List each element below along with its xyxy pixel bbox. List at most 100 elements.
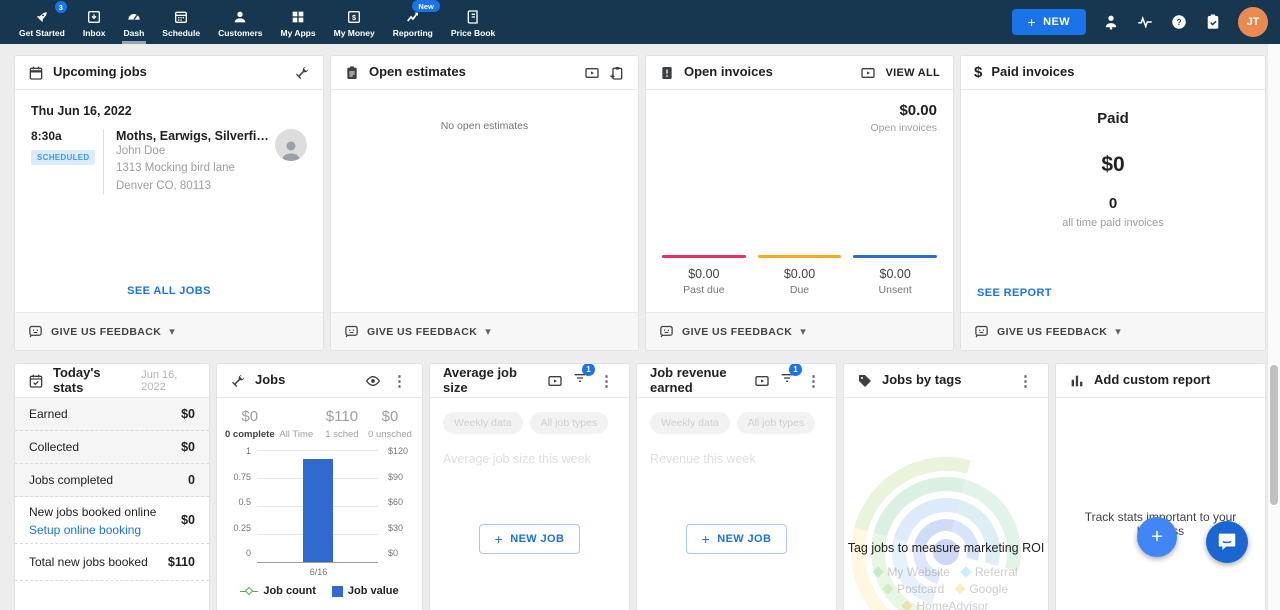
tools-wrench-icon[interactable]: [294, 65, 310, 81]
stat-complete: $0 0 complete: [225, 408, 275, 440]
tasks-clipboard-icon[interactable]: [1204, 13, 1222, 31]
job-date-heading: Thu Jun 16, 2022: [31, 104, 307, 118]
video-tutorial-icon[interactable]: [860, 65, 876, 81]
give-feedback-button[interactable]: GIVE US FEEDBACK ▾: [646, 312, 953, 350]
filter-pills: Weekly data All job types: [650, 412, 823, 434]
card-title: Upcoming jobs: [53, 65, 147, 80]
job-customer: John Doe: [116, 143, 269, 160]
top-navbar: 3 Get Started Inbox Dash Schedule Custom…: [0, 0, 1280, 44]
pill-all-job-types: All job types: [737, 412, 816, 434]
todays-stats-card: Today's stats Jun 16, 2022 Earned $0 Col…: [14, 363, 210, 610]
nav-item-price-book[interactable]: Price Book: [442, 0, 504, 44]
view-all-link[interactable]: VIEW ALL: [885, 67, 940, 79]
video-tutorial-icon[interactable]: [547, 373, 563, 389]
job-details: Moths, Earwigs, Silverfish... John Doe 1…: [103, 129, 269, 195]
paid-heading: Paid: [1097, 110, 1129, 127]
nav-label: My Money: [334, 28, 375, 38]
stat-row-new-jobs-online: New jobs booked online Setup online book…: [15, 497, 209, 544]
kebab-menu-icon[interactable]: ⋮: [804, 372, 823, 390]
open-invoices-total: $0.00 Open invoices: [870, 102, 937, 134]
stat-value: $0.00: [662, 267, 746, 281]
nav-item-my-money[interactable]: $ My Money: [325, 0, 384, 44]
open-estimates-card: Open estimates No open estimates GIVE US…: [330, 55, 639, 351]
inbox-icon: [86, 9, 102, 25]
nav-item-reporting[interactable]: New Reporting: [384, 0, 442, 44]
customer-avatar: [275, 129, 307, 161]
feedback-label: GIVE US FEEDBACK: [997, 326, 1107, 338]
stat-row-jobs-completed: Jobs completed 0: [15, 464, 209, 497]
kebab-menu-icon[interactable]: ⋮: [390, 372, 409, 390]
upcoming-jobs-header: Upcoming jobs: [15, 56, 323, 90]
stat-value: $0.00: [853, 267, 937, 281]
diamond-marker-icon: [960, 566, 971, 577]
nav-item-dash[interactable]: Dash: [115, 0, 154, 44]
tag-legend-item: HomeAdvisor: [903, 599, 988, 610]
video-tutorial-icon[interactable]: [754, 373, 770, 389]
scrollbar-thumb[interactable]: [1270, 365, 1278, 505]
see-report-link[interactable]: SEE REPORT: [977, 287, 1052, 299]
stat-row-total-new-jobs: Total new jobs booked $110: [15, 544, 209, 581]
nav-item-my-apps[interactable]: My Apps: [272, 0, 325, 44]
video-tutorial-icon[interactable]: [584, 65, 600, 81]
paid-count: 0: [1109, 195, 1117, 212]
stat-due: $0.00 Due: [758, 255, 842, 296]
job-title: Moths, Earwigs, Silverfish...: [116, 129, 269, 143]
nav-item-schedule[interactable]: Schedule: [153, 0, 209, 44]
job-list-item[interactable]: 8:30a SCHEDULED Moths, Earwigs, Silverfi…: [31, 129, 307, 195]
avatar[interactable]: JT: [1238, 7, 1268, 37]
give-feedback-button[interactable]: GIVE US FEEDBACK ▾: [961, 312, 1265, 350]
chat-bubble-icon: [1216, 530, 1238, 555]
tag-legend-item: Google: [956, 582, 1008, 596]
new-button[interactable]: + NEW: [1012, 9, 1086, 35]
eye-icon[interactable]: [365, 373, 381, 389]
average-job-size-card: Average job size 1 ⋮ Weekly data All job…: [429, 363, 630, 610]
new-job-button[interactable]: + NEW JOB: [686, 524, 788, 554]
scrollbar[interactable]: [1267, 44, 1280, 610]
stat-label: Jobs completed: [29, 473, 113, 487]
new-button-label: NEW: [1043, 16, 1070, 28]
see-all-jobs-link[interactable]: SEE ALL JOBS: [127, 285, 211, 297]
square-marker-icon: [332, 586, 343, 597]
gauge-icon: [126, 9, 142, 25]
legend-job-count: Job count: [240, 585, 316, 597]
setup-online-booking-link[interactable]: Setup online booking: [29, 523, 156, 537]
stat-value: 0: [188, 473, 195, 487]
plus-icon: +: [495, 534, 504, 544]
nav-item-inbox[interactable]: Inbox: [74, 0, 115, 44]
wrench-icon: [230, 373, 246, 389]
paid-invoices-header: $ Paid invoices: [961, 56, 1265, 90]
add-report-fab[interactable]: +: [1137, 517, 1177, 557]
new-job-button[interactable]: + NEW JOB: [479, 524, 581, 554]
card-title: Jobs by tags: [882, 373, 961, 388]
give-feedback-button[interactable]: GIVE US FEEDBACK ▾: [331, 312, 638, 350]
gps-person-icon[interactable]: [1102, 13, 1120, 31]
stat-scheduled: $110 1 sched: [318, 408, 366, 440]
chat-bubble-button[interactable]: [1206, 521, 1248, 563]
feedback-label: GIVE US FEEDBACK: [682, 326, 792, 338]
nav-item-customers[interactable]: Customers: [209, 0, 271, 44]
kebab-menu-icon[interactable]: ⋮: [1016, 372, 1035, 390]
activity-pulse-icon[interactable]: [1136, 13, 1154, 31]
help-icon[interactable]: ?: [1170, 13, 1188, 31]
stat-label: Earned: [29, 407, 68, 421]
give-feedback-button[interactable]: GIVE US FEEDBACK ▾: [15, 312, 323, 350]
job-value-bar: [303, 459, 333, 562]
jobs-by-tags-body: Tag jobs to measure marketing ROI My Web…: [844, 398, 1048, 610]
stat-label: All Time: [275, 429, 318, 440]
nav-actions: + NEW ? JT: [1012, 0, 1268, 44]
jobs-by-tags-card: Jobs by tags ⋮ Tag jobs to measure marke…: [843, 363, 1049, 610]
empty-state-message: No open estimates: [331, 90, 638, 132]
job-address-line2: Denver CO, 80113: [116, 178, 269, 195]
estimate-clipboard-icon: [344, 65, 360, 81]
chart-legend: Job count Job value: [225, 585, 414, 597]
paid-invoices-card: $ Paid invoices Paid $0 0 all time paid …: [960, 55, 1266, 351]
nav-item-get-started[interactable]: 3 Get Started: [10, 0, 74, 44]
bar-chart-icon: [1069, 373, 1085, 389]
calendar-grid-icon: [173, 9, 189, 25]
new-estimate-icon[interactable]: [609, 65, 625, 81]
filter-icon[interactable]: 1: [779, 370, 795, 391]
filter-icon[interactable]: 1: [572, 370, 588, 391]
kebab-menu-icon[interactable]: ⋮: [597, 372, 616, 390]
invoice-alert-icon: [659, 65, 675, 81]
card-title: Average job size: [443, 366, 529, 396]
